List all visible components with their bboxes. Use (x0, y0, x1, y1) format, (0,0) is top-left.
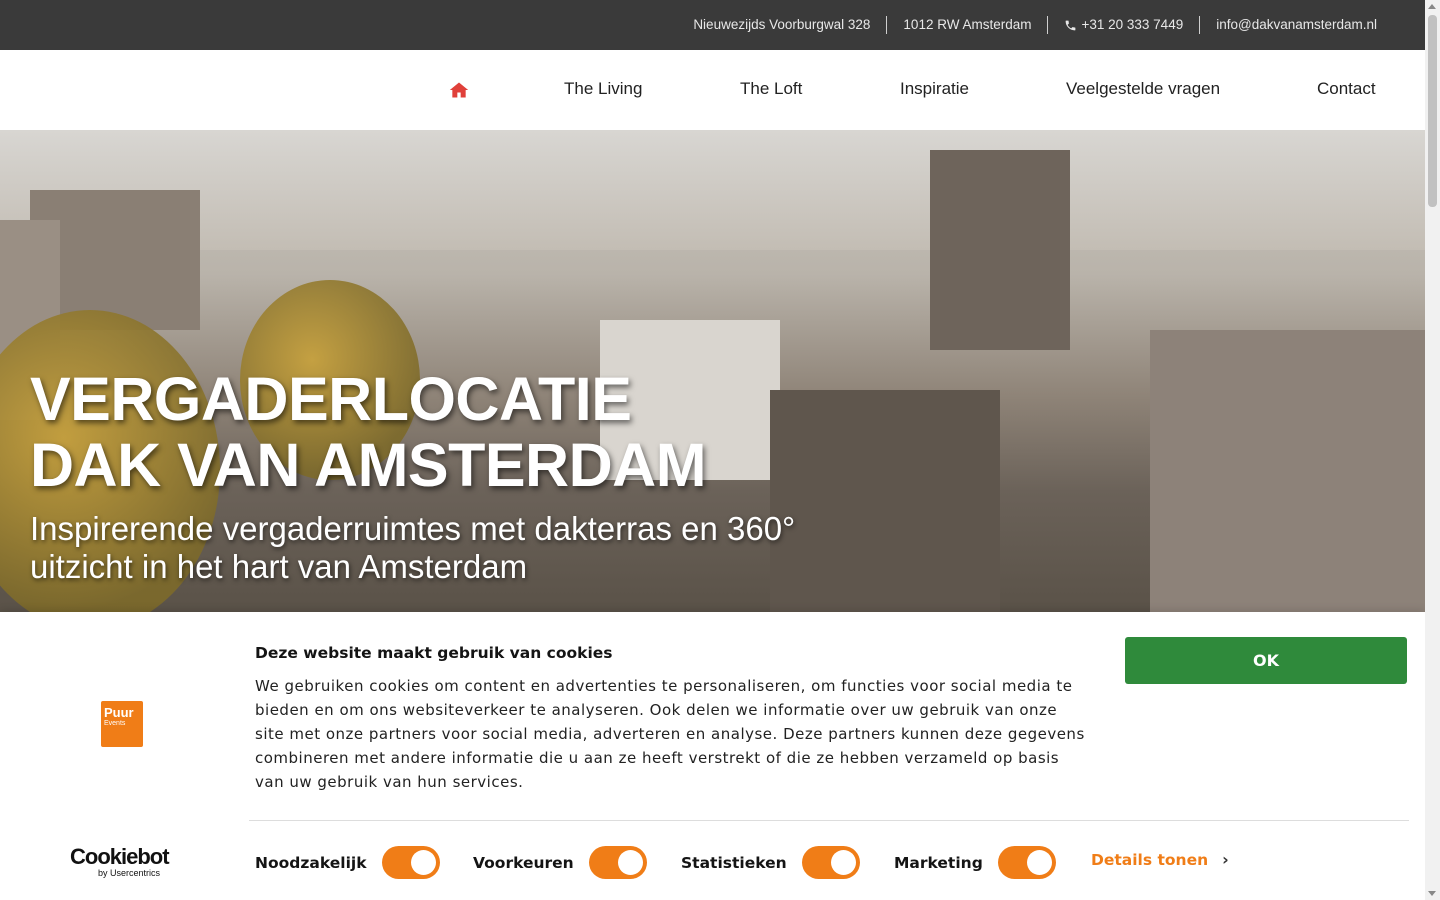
nav-item-the-loft[interactable]: The Loft (740, 79, 802, 99)
phone-text: +31 20 333 7449 (1081, 17, 1184, 32)
hero-church (930, 150, 1070, 350)
toggle-noodzakelijk[interactable] (381, 846, 440, 879)
hero-banner: VERGADERLOCATIE DAK VAN AMSTERDAM Inspir… (0, 130, 1425, 612)
logo-sub: Events (104, 720, 126, 727)
scroll-down-icon[interactable] (1428, 891, 1436, 896)
details-label: Details tonen (1091, 850, 1209, 869)
cookiebot-logo: Cookiebot by Usercentrics (70, 844, 174, 879)
chevron-right-icon: › (1222, 850, 1229, 869)
nav-item-faq[interactable]: Veelgestelde vragen (1066, 79, 1220, 99)
option-noodzakelijk: Noodzakelijk (255, 846, 440, 879)
toggle-marketing[interactable] (997, 846, 1056, 879)
home-icon (449, 82, 469, 98)
option-label: Voorkeuren (473, 853, 574, 872)
nav-item-the-living[interactable]: The Living (564, 79, 642, 99)
puur-events-logo: Puur Events (101, 701, 143, 747)
nav-item-contact[interactable]: Contact (1317, 79, 1376, 99)
postcode-text: 1012 RW Amsterdam (887, 16, 1049, 34)
main-nav: The Living The Loft Inspiratie Veelgeste… (0, 50, 1425, 130)
cookiebot-by: by Usercentrics (98, 868, 161, 878)
top-info-bar: Nieuwezijds Voorburgwal 328 1012 RW Amst… (0, 0, 1425, 50)
email-link[interactable]: info@dakvanamsterdam.nl (1200, 16, 1377, 34)
cookie-title: Deze website maakt gebruik van cookies (255, 644, 613, 662)
phone-icon (1066, 20, 1076, 30)
hero-building (1150, 330, 1425, 612)
option-label: Statistieken (681, 853, 787, 872)
option-label: Noodzakelijk (255, 853, 367, 872)
cookie-banner: Puur Events Deze website maakt gebruik v… (0, 612, 1425, 900)
page-scrollbar[interactable] (1425, 0, 1440, 900)
nav-item-inspiratie[interactable]: Inspiratie (900, 79, 969, 99)
logo-text: Puur (104, 705, 134, 720)
hero-title-line1: VERGADERLOCATIE (30, 365, 632, 433)
option-statistieken: Statistieken (681, 846, 860, 879)
details-link[interactable]: Details tonen › (1091, 850, 1229, 869)
scroll-up-icon[interactable] (1428, 4, 1436, 9)
ok-button[interactable]: OK (1125, 637, 1407, 684)
hero-title-line2: DAK VAN AMSTERDAM (30, 431, 707, 499)
cookie-text: We gebruiken cookies om content en adver… (255, 677, 1085, 791)
option-marketing: Marketing (894, 846, 1056, 879)
hero-subtitle: Inspirerende vergaderruimtes met dakterr… (30, 510, 796, 585)
toggle-statistieken[interactable] (801, 846, 860, 879)
cookiebot-brand: Cookiebot (70, 844, 170, 869)
option-voorkeuren: Voorkeuren (473, 846, 647, 879)
toggle-voorkeuren[interactable] (588, 846, 647, 879)
phone-link[interactable]: +31 20 333 7449 (1048, 16, 1201, 34)
divider (249, 820, 1409, 821)
hero-sky (0, 130, 1425, 250)
home-link[interactable] (449, 80, 469, 100)
scroll-thumb[interactable] (1428, 15, 1437, 207)
hero-title: VERGADERLOCATIE DAK VAN AMSTERDAM (30, 365, 707, 499)
address-text: Nieuwezijds Voorburgwal 328 (693, 16, 888, 34)
option-label: Marketing (894, 853, 983, 872)
